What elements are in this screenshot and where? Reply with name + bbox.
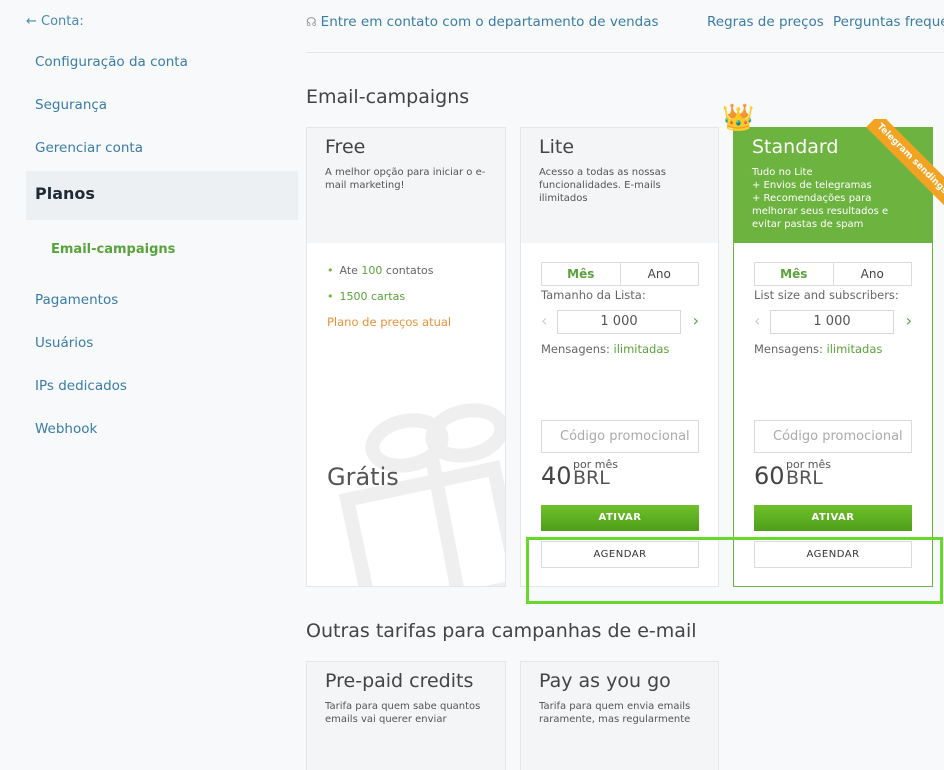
billing-period-toggle: Mês Ano — [541, 262, 699, 286]
billing-period-toggle: Mês Ano — [754, 262, 912, 286]
plan-title: Lite — [539, 136, 575, 158]
price-currency: BRL — [573, 467, 610, 489]
toggle-month[interactable]: Mês — [755, 263, 834, 285]
pricing-rules-link[interactable]: Regras de preços — [707, 14, 824, 30]
plan-title: Standard — [752, 136, 839, 158]
plan-title: Free — [325, 136, 366, 158]
sidebar-item-users[interactable]: Usuários — [35, 335, 93, 351]
highlight-box — [526, 537, 943, 604]
plan-card-pay-as-you-go: Pay as you go Tarifa para quem envia ema… — [520, 661, 719, 770]
sidebar-item-plans[interactable]: Planos — [26, 171, 298, 220]
toggle-year[interactable]: Ano — [834, 263, 912, 285]
messages-info: Mensagens: ilimitadas — [541, 342, 670, 356]
section-title-email-campaigns: Email-campaigns — [306, 86, 470, 108]
faq-link[interactable]: Perguntas freque — [833, 14, 944, 30]
plan-feature-letters: • 1500 cartas — [327, 290, 406, 303]
chevron-right-icon[interactable]: › — [693, 311, 699, 330]
activate-button[interactable]: ATIVAR — [541, 505, 699, 531]
sidebar-item-security[interactable]: Segurança — [35, 97, 107, 113]
contact-sales-link[interactable]: ☊ Entre em contato com o departamento de … — [306, 14, 659, 30]
plan-title: Pay as you go — [539, 670, 671, 692]
price-amount: 40 — [541, 462, 572, 490]
activate-button[interactable]: ATIVAR — [754, 505, 912, 531]
sidebar-item-dedicated-ips[interactable]: IPs dedicados — [35, 378, 127, 394]
price-amount: 60 — [754, 462, 785, 490]
plan-title: Pre-paid credits — [325, 670, 474, 692]
back-link[interactable]: ← Conta: — [26, 14, 84, 29]
plan-card-lite: Lite Acesso a todas as nossas funcionali… — [520, 127, 719, 587]
plan-feature-contacts: • Ate 100 contatos — [327, 264, 434, 277]
chevron-right-icon[interactable]: › — [906, 311, 912, 330]
crown-icon: 👑 — [722, 103, 755, 133]
section-title-other-rates: Outras tarifas para campanhas de e-mail — [306, 620, 697, 642]
current-plan-label: Plano de preços atual — [327, 315, 452, 329]
headset-icon: ☊ — [306, 15, 317, 29]
sidebar-subitem-email-campaigns[interactable]: Email-campaigns — [51, 242, 175, 257]
plan-price: Grátis — [327, 463, 399, 491]
sidebar-item-webhook[interactable]: Webhook — [35, 421, 97, 437]
chevron-left-icon[interactable]: ‹ — [541, 311, 547, 330]
sidebar-item-payments[interactable]: Pagamentos — [35, 292, 118, 308]
contact-sales-label: Entre em contato com o departamento de v… — [320, 14, 659, 30]
plan-description: Acesso a todas as nossas funcionalidades… — [539, 167, 666, 204]
messages-info: Mensagens: ilimitadas — [754, 342, 883, 356]
price-currency: BRL — [786, 467, 823, 489]
toggle-year[interactable]: Ano — [621, 263, 699, 285]
list-size-value[interactable]: 1 000 — [770, 310, 894, 334]
plan-description: A melhor opção para iniciar o e-mail mar… — [325, 167, 486, 191]
plan-card-prepaid: Pre-paid credits Tarifa para quem sabe q… — [306, 661, 506, 770]
promo-code-input[interactable]: Código promocional — [754, 420, 912, 453]
toggle-month[interactable]: Mês — [542, 263, 621, 285]
list-size-stepper: ‹ 1 000 › — [754, 310, 912, 334]
divider — [306, 52, 944, 53]
list-size-value[interactable]: 1 000 — [557, 310, 681, 334]
sidebar-item-manage-account[interactable]: Gerenciar conta — [35, 140, 143, 156]
list-size-label: List size and subscribers: — [754, 288, 899, 302]
promo-code-input[interactable]: Código promocional — [541, 420, 699, 453]
ribbon-label: Telegram sendings — [866, 119, 944, 205]
chevron-left-icon[interactable]: ‹ — [754, 311, 760, 330]
plan-description: Tarifa para quem sabe quantos emails vai… — [325, 701, 481, 725]
sidebar-item-account-settings[interactable]: Configuração da conta — [35, 54, 188, 70]
plan-card-free: Free A melhor opção para iniciar o e-mai… — [306, 127, 506, 587]
telegram-ribbon: Telegram sendings — [849, 119, 944, 214]
sidebar: ← Conta: Configuração da conta Segurança… — [0, 0, 300, 770]
list-size-stepper: ‹ 1 000 › — [541, 310, 699, 334]
list-size-label: Tamanho da Lista: — [541, 288, 646, 302]
plan-description: Tarifa para quem envia emails raramente,… — [539, 701, 691, 725]
